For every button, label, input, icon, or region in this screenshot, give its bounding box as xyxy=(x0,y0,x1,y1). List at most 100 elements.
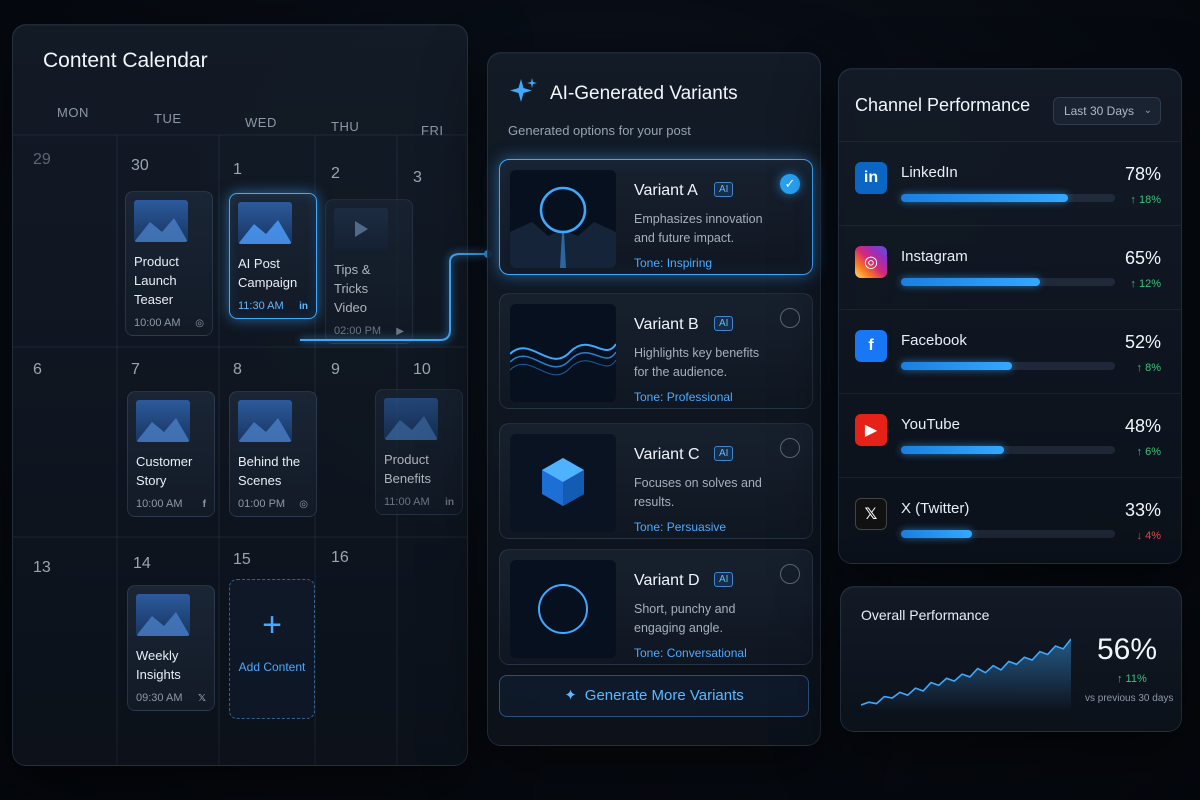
event-time: 02:00 PM xyxy=(334,325,382,337)
channel-performance-panel: Channel Performance Last 30 Days ⌄ in Li… xyxy=(838,68,1182,564)
day-number[interactable]: 29 xyxy=(33,151,51,169)
linkedin-icon: in xyxy=(445,496,454,508)
image-thumbnail xyxy=(238,400,292,442)
day-number[interactable]: 8 xyxy=(233,361,242,379)
progress-track xyxy=(901,530,1115,538)
day-number[interactable]: 14 xyxy=(133,555,151,573)
chevron-down-icon: ⌄ xyxy=(1143,105,1152,116)
linkedin-icon: in xyxy=(855,162,887,194)
progress-track xyxy=(901,278,1115,286)
variant-description: Focuses on solves and results. xyxy=(634,476,762,509)
day-number[interactable]: 30 xyxy=(131,157,149,175)
ai-badge: AI xyxy=(714,316,734,331)
overall-percent: 56% xyxy=(1097,633,1158,666)
variant-name: Variant D xyxy=(634,572,700,589)
channel-row-youtube: ▶ YouTube 48% ↑ 6% xyxy=(839,393,1181,477)
check-icon[interactable]: ✓ xyxy=(780,174,800,194)
progress-track xyxy=(901,194,1115,202)
image-thumbnail xyxy=(134,200,188,242)
channel-performance-title: Channel Performance xyxy=(855,95,1031,115)
event-card[interactable]: AI Post Campaign 11:30 AM in xyxy=(229,193,317,319)
progress-track xyxy=(901,446,1115,454)
instagram-icon: ◎ xyxy=(195,317,204,329)
channel-name: X (Twitter) xyxy=(901,500,970,517)
instagram-icon: ◎ xyxy=(855,246,887,278)
overall-note: vs previous 30 days xyxy=(1085,693,1174,704)
channel-row-x: 𝕏 X (Twitter) 33% ↓ 4% xyxy=(839,477,1181,561)
variant-name: Variant B xyxy=(634,316,699,333)
ai-badge: AI xyxy=(714,446,734,461)
event-card[interactable]: Product Launch Teaser 10:00 AM ◎ xyxy=(125,191,213,336)
event-card[interactable]: Behind the Scenes 01:00 PM ◎ xyxy=(229,391,317,517)
variant-card-b[interactable]: Variant B AI Highlights key benefits for… xyxy=(499,293,813,409)
day-number[interactable]: 13 xyxy=(33,559,51,577)
channel-name: LinkedIn xyxy=(901,164,958,181)
event-card[interactable]: Customer Story 10:00 AM f xyxy=(127,391,215,517)
date-range-select[interactable]: Last 30 Days ⌄ xyxy=(1052,97,1161,125)
variant-thumbnail xyxy=(510,560,616,658)
event-time: 11:30 AM xyxy=(238,300,284,312)
event-card[interactable]: Tips & Tricks Video 02:00 PM ▶ xyxy=(325,199,413,344)
event-card[interactable]: Weekly Insights 09:30 AM 𝕏 xyxy=(127,585,215,711)
generate-more-variants-button[interactable]: ✦ Generate More Variants xyxy=(499,675,809,717)
event-card[interactable]: Product Benefits 11:00 AM in xyxy=(375,389,463,515)
variant-card-c[interactable]: Variant C AI Focuses on solves and resul… xyxy=(499,423,813,539)
add-content-label: Add Content xyxy=(238,660,306,674)
variant-description: Emphasizes innovation and future impact. xyxy=(634,212,763,245)
variant-tone: Tone: Conversational xyxy=(634,646,747,660)
channel-name: Facebook xyxy=(901,332,967,349)
channel-row-instagram: ◎ Instagram 65% ↑ 12% xyxy=(839,225,1181,309)
channel-name: YouTube xyxy=(901,416,960,433)
variants-subtitle: Generated options for your post xyxy=(508,123,691,138)
variant-thumbnail xyxy=(510,170,616,268)
dow-tue: TUE xyxy=(154,111,182,126)
event-title: Product Benefits xyxy=(384,452,431,486)
image-thumbnail xyxy=(238,202,292,244)
variants-title: AI-Generated Variants xyxy=(550,83,738,104)
day-number[interactable]: 1 xyxy=(233,161,242,179)
day-number[interactable]: 16 xyxy=(331,549,349,567)
day-number[interactable]: 7 xyxy=(131,361,140,379)
add-content-button[interactable]: + Add Content xyxy=(229,579,315,719)
channel-percent: 33% xyxy=(1124,500,1161,520)
channel-row-facebook: f Facebook 52% ↑ 8% xyxy=(839,309,1181,393)
event-title: Behind the Scenes xyxy=(238,454,301,488)
event-time: 10:00 AM xyxy=(136,498,183,510)
linkedin-icon: in xyxy=(299,300,308,312)
sparkle-icon: ✦ xyxy=(564,687,577,704)
day-number[interactable]: 10 xyxy=(413,361,431,379)
progress-fill xyxy=(901,530,972,538)
variant-name: Variant A xyxy=(634,182,698,199)
ai-badge: AI xyxy=(714,182,734,197)
overall-title: Overall Performance xyxy=(861,607,990,623)
content-calendar-panel: Content Calendar MON TUE WED THU FRI 29 … xyxy=(12,24,468,766)
radio-button[interactable] xyxy=(780,564,800,584)
overall-performance-panel: Overall Performance 56% ↑ 11% vs previou… xyxy=(840,586,1182,732)
variant-tone: Tone: Professional xyxy=(634,390,733,404)
day-number[interactable]: 3 xyxy=(413,169,422,187)
channel-percent: 65% xyxy=(1124,248,1161,268)
radio-button[interactable] xyxy=(780,438,800,458)
day-number[interactable]: 15 xyxy=(233,551,251,569)
channel-name: Instagram xyxy=(901,248,968,265)
day-number[interactable]: 2 xyxy=(331,165,340,183)
radio-button[interactable] xyxy=(780,308,800,328)
event-title: Customer Story xyxy=(136,454,193,488)
event-time: 09:30 AM xyxy=(136,692,183,704)
variant-card-a[interactable]: Variant A AI Emphasizes innovation and f… xyxy=(499,159,813,275)
event-title: AI Post Campaign xyxy=(238,256,298,290)
dow-thu: THU xyxy=(331,119,360,134)
day-number[interactable]: 6 xyxy=(33,361,42,379)
image-thumbnail xyxy=(136,594,190,636)
channel-row-linkedin: in LinkedIn 78% ↑ 18% xyxy=(839,141,1181,225)
progress-fill xyxy=(901,362,1013,370)
day-number[interactable]: 9 xyxy=(331,361,340,379)
dow-mon: MON xyxy=(57,105,89,120)
ai-variants-panel: AI-Generated Variants Generated options … xyxy=(487,52,821,746)
variant-card-d[interactable]: Variant D AI Short, punchy and engaging … xyxy=(499,549,813,665)
overall-delta: ↑ 11% xyxy=(1117,673,1147,685)
facebook-icon: f xyxy=(855,330,887,362)
plus-icon: + xyxy=(262,606,282,644)
variant-thumbnail xyxy=(510,304,616,402)
generate-button-label: Generate More Variants xyxy=(584,687,744,704)
